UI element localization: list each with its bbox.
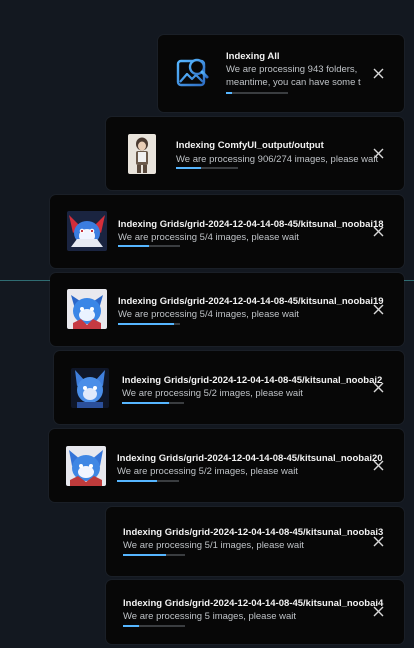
character-thumbnail (67, 211, 107, 251)
progress-fill (226, 92, 233, 94)
close-icon[interactable] (373, 382, 384, 393)
progress-track (118, 245, 180, 247)
toast-message: We are processing 5/2 images, please wai… (117, 466, 298, 477)
progress-track (122, 402, 184, 404)
close-icon[interactable] (373, 536, 384, 547)
toast-message-line2: meantime, you can have some tea (226, 77, 361, 88)
toast-title: Indexing All (226, 51, 280, 62)
toast-message: We are processing 906/274 images, please… (176, 154, 379, 165)
character-thumbnail (67, 289, 107, 329)
toast-indexing-noobai4: Indexing Grids/grid-2024-12-04-14-08-45/… (106, 580, 404, 644)
toast-title: Indexing Grids/grid-2024-12-04-14-08-45/… (123, 598, 384, 609)
close-icon[interactable] (373, 304, 384, 315)
image-search-icon (176, 55, 210, 91)
close-icon[interactable] (373, 68, 384, 79)
progress-track (226, 92, 288, 94)
close-icon[interactable] (373, 226, 384, 237)
toast-indexing-noobai2: Indexing Grids/grid-2024-12-04-14-08-45/… (54, 351, 404, 424)
progress-fill (118, 245, 149, 247)
toast-indexing-all: Indexing All We are processing 943 folde… (158, 35, 404, 112)
progress-fill (117, 480, 158, 482)
toast-title: Indexing Grids/grid-2024-12-04-14-08-45/… (118, 219, 384, 230)
progress-fill (122, 402, 169, 404)
toast-indexing-comfyui-output: Indexing ComfyUI_output/output We are pr… (106, 117, 404, 190)
screen: Indexing All We are processing 943 folde… (0, 0, 414, 648)
progress-fill (118, 323, 174, 325)
progress-track (117, 480, 179, 482)
toast-indexing-noobai20: Indexing Grids/grid-2024-12-04-14-08-45/… (49, 429, 404, 502)
progress-fill (176, 167, 201, 169)
toast-title: Indexing Grids/grid-2024-12-04-14-08-45/… (117, 453, 383, 464)
progress-fill (123, 554, 167, 556)
close-icon[interactable] (373, 148, 384, 159)
progress-track (176, 167, 238, 169)
character-thumbnail (66, 446, 106, 486)
toast-message: We are processing 5/1 images, please wai… (123, 540, 304, 551)
toast-message: We are processing 5 images, please wait (123, 611, 297, 622)
progress-track (123, 554, 185, 556)
progress-fill (123, 625, 139, 627)
toast-title: Indexing ComfyUI_output/output (176, 140, 324, 151)
character-thumbnail (71, 368, 109, 408)
toast-title: Indexing Grids/grid-2024-12-04-14-08-45/… (122, 375, 383, 386)
close-icon[interactable] (373, 606, 384, 617)
toast-message: We are processing 5/4 images, please wai… (118, 232, 299, 243)
close-icon[interactable] (373, 460, 384, 471)
toast-title: Indexing Grids/grid-2024-12-04-14-08-45/… (118, 296, 384, 307)
toast-indexing-noobai18: Indexing Grids/grid-2024-12-04-14-08-45/… (50, 195, 404, 268)
character-thumbnail (128, 134, 156, 174)
progress-track (118, 323, 180, 325)
toast-message: We are processing 5/2 images, please wai… (122, 388, 303, 399)
toast-indexing-noobai19: Indexing Grids/grid-2024-12-04-14-08-45/… (50, 273, 404, 346)
progress-track (123, 625, 185, 627)
toast-title: Indexing Grids/grid-2024-12-04-14-08-45/… (123, 527, 384, 538)
toast-message: We are processing 943 folders, (226, 64, 358, 75)
toast-indexing-noobai3: Indexing Grids/grid-2024-12-04-14-08-45/… (106, 507, 404, 576)
toast-message: We are processing 5/4 images, please wai… (118, 309, 299, 320)
